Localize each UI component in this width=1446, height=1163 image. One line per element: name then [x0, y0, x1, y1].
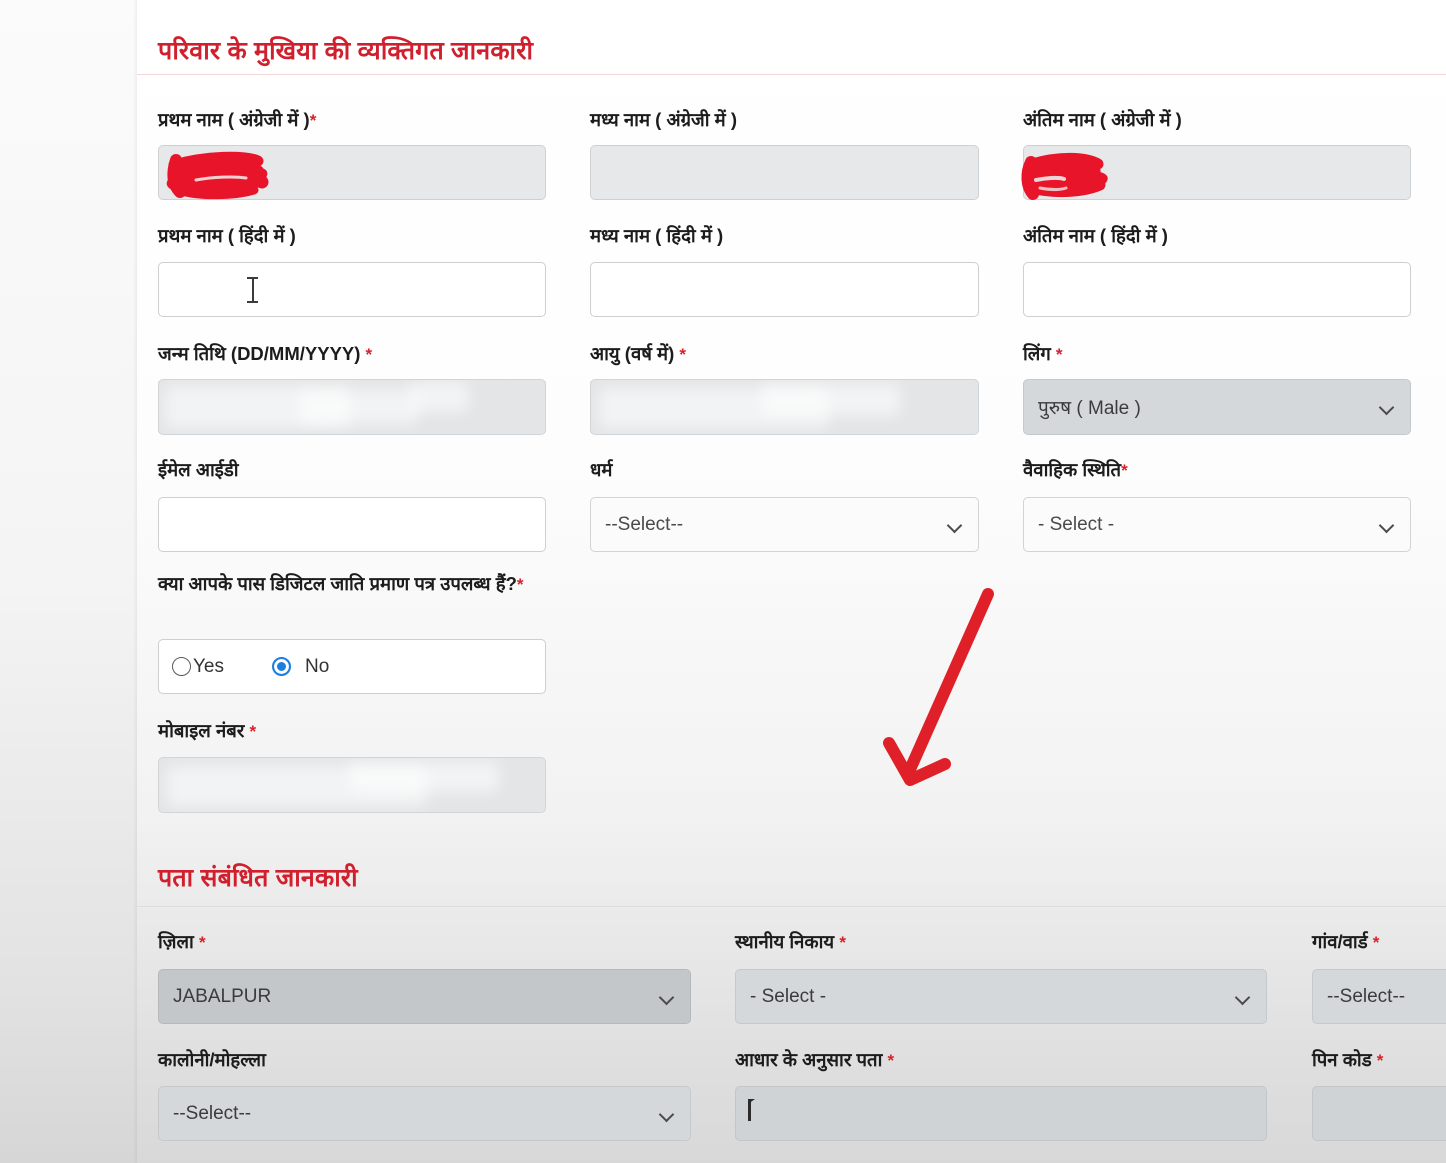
input-pincode[interactable]	[1312, 1086, 1446, 1141]
select-value: --Select--	[1327, 985, 1406, 1007]
label-religion: धर्म	[590, 459, 613, 480]
chevron-down-icon	[660, 989, 676, 1005]
label-text: प्रथम नाम ( अंग्रेजी में )	[158, 109, 310, 130]
chevron-down-icon	[660, 1106, 676, 1122]
section-title-address: पता संबंधित जानकारी	[158, 864, 358, 892]
select-value: पुरुष ( Male )	[1038, 398, 1141, 419]
radio-circle-yes[interactable]	[172, 657, 191, 676]
label-date-of-birth: जन्म तिथि (DD/MM/YYYY) *	[158, 341, 372, 367]
select-local-body[interactable]: - Select -	[735, 969, 1267, 1024]
radio-circle-no[interactable]	[272, 657, 291, 676]
select-district[interactable]: JABALPUR	[158, 969, 691, 1024]
label-email: ईमेल आईडी	[158, 459, 239, 480]
label-first-name-hindi: प्रथम नाम ( हिंदी में )	[158, 225, 296, 246]
label-text: आधार के अनुसार पता	[735, 1049, 883, 1070]
label-middle-name-hindi: मध्य नाम ( हिंदी में )	[590, 225, 724, 246]
label-colony: कालोनी/मोहल्ला	[158, 1049, 266, 1070]
label-text: वैवाहिक स्थिति	[1023, 459, 1122, 480]
select-marital-status[interactable]: - Select -	[1023, 497, 1411, 552]
label-mobile-number: मोबाइल नंबर *	[158, 718, 256, 744]
input-first-name-english[interactable]	[158, 145, 546, 200]
input-first-name-hindi[interactable]	[158, 262, 546, 317]
input-aadhaar-address[interactable]	[735, 1086, 1267, 1141]
input-date-of-birth[interactable]	[158, 379, 546, 435]
chevron-down-icon	[1380, 517, 1396, 533]
radio-option-no[interactable]: No	[272, 656, 329, 678]
chevron-down-icon	[1236, 989, 1252, 1005]
required-asterisk: *	[1376, 1051, 1384, 1070]
label-text: क्या आपके पास डिजिटल जाति प्रमाण पत्र उप…	[158, 573, 517, 594]
required-asterisk: *	[516, 575, 524, 594]
input-age[interactable]	[590, 379, 979, 435]
label-district: ज़िला *	[158, 929, 206, 955]
input-email[interactable]	[158, 497, 546, 552]
input-mobile-number[interactable]	[158, 757, 546, 813]
label-age: आयु (वर्ष में) *	[590, 341, 686, 367]
label-local-body: स्थानीय निकाय *	[735, 929, 846, 955]
select-value: - Select -	[1038, 513, 1115, 535]
radio-option-yes[interactable]: Yes	[172, 656, 224, 678]
label-text: मोबाइल नंबर	[158, 720, 245, 741]
radio-label-no: No	[305, 655, 330, 677]
label-middle-name-english: मध्य नाम ( अंग्रेजी में )	[590, 109, 738, 130]
input-last-name-english[interactable]	[1023, 145, 1411, 200]
section-divider-address	[137, 906, 1446, 907]
required-asterisk: *	[839, 933, 846, 952]
label-text: जन्म तिथि (DD/MM/YYYY)	[158, 343, 361, 364]
select-value: - Select -	[750, 985, 827, 1007]
label-digital-caste-certificate: क्या आपके पास डिजिटल जाति प्रमाण पत्र उप…	[158, 571, 538, 597]
required-asterisk: *	[1055, 345, 1063, 364]
label-text: स्थानीय निकाय	[735, 931, 835, 952]
label-pincode: पिन कोड *	[1312, 1047, 1383, 1073]
required-asterisk: *	[309, 111, 317, 130]
label-marital-status: वैवाहिक स्थिति*	[1023, 457, 1128, 483]
select-colony[interactable]: --Select--	[158, 1086, 691, 1141]
label-text: लिंग	[1023, 343, 1051, 364]
mouse-ibeam-cursor	[247, 277, 258, 303]
input-middle-name-hindi[interactable]	[590, 262, 979, 317]
select-value: --Select--	[173, 1102, 252, 1124]
radio-group-digital-caste-certificate[interactable]: Yes No	[158, 639, 546, 694]
section-divider-personal	[137, 74, 1446, 75]
input-last-name-hindi[interactable]	[1023, 262, 1411, 317]
input-middle-name-english[interactable]	[590, 145, 979, 200]
required-asterisk: *	[365, 345, 373, 364]
label-aadhaar-address: आधार के अनुसार पता *	[735, 1047, 894, 1073]
label-gender: लिंग *	[1023, 341, 1063, 367]
required-asterisk: *	[199, 933, 206, 952]
label-text: ज़िला	[158, 931, 194, 952]
label-text: पिन कोड	[1312, 1049, 1372, 1070]
label-text: गांव/वार्ड	[1312, 931, 1368, 952]
label-last-name-hindi: अंतिम नाम ( हिंदी में )	[1023, 225, 1168, 246]
required-asterisk: *	[887, 1051, 895, 1070]
label-text: आयु (वर्ष में)	[590, 343, 675, 364]
text-caret	[748, 1099, 751, 1121]
chevron-down-icon	[1380, 399, 1396, 415]
select-gender[interactable]: पुरुष ( Male )	[1023, 379, 1411, 435]
page-background: परिवार के मुखिया की व्यक्तिगत जानकारी प्…	[0, 0, 1446, 1163]
required-asterisk: *	[249, 722, 257, 741]
required-asterisk: *	[1121, 461, 1128, 480]
radio-label-yes: Yes	[193, 655, 224, 677]
label-village-ward: गांव/वार्ड *	[1312, 929, 1379, 955]
select-value: --Select--	[605, 513, 684, 535]
chevron-down-icon	[948, 517, 964, 533]
select-value: JABALPUR	[173, 985, 272, 1007]
required-asterisk: *	[1372, 933, 1380, 952]
select-religion[interactable]: --Select--	[590, 497, 979, 552]
section-title-personal: परिवार के मुखिया की व्यक्तिगत जानकारी	[158, 37, 534, 65]
form-card: परिवार के मुखिया की व्यक्तिगत जानकारी प्…	[137, 0, 1446, 1163]
required-asterisk: *	[679, 345, 687, 364]
label-first-name-english: प्रथम नाम ( अंग्रेजी में )*	[158, 107, 316, 133]
page-left-gutter	[0, 0, 137, 1163]
label-last-name-english: अंतिम नाम ( अंग्रेजी में )	[1023, 109, 1182, 130]
select-village-ward[interactable]: --Select--	[1312, 969, 1446, 1024]
